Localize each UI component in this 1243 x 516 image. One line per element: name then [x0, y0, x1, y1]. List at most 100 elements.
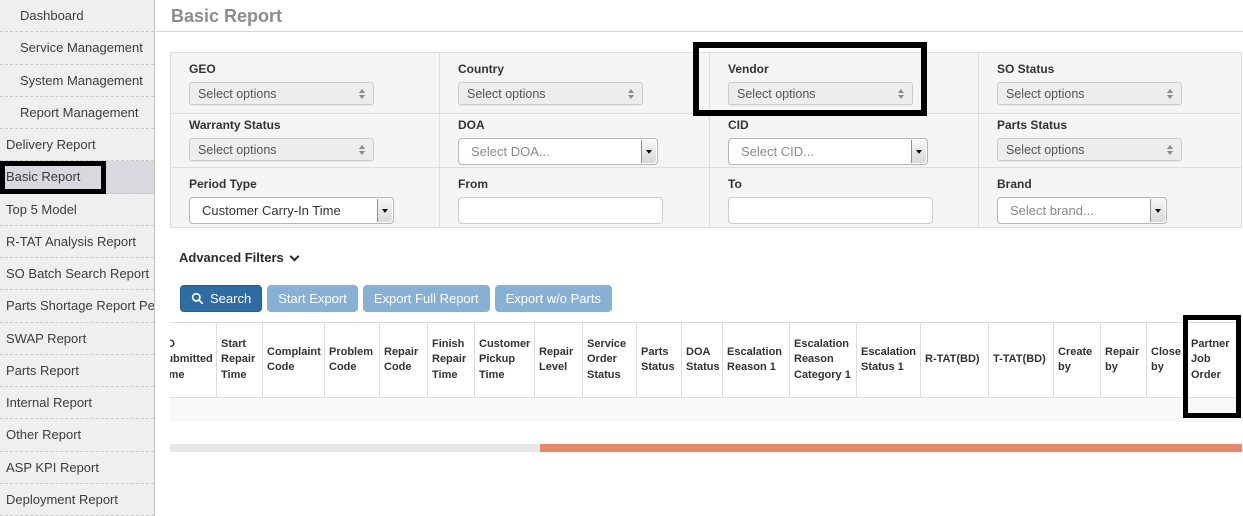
period-type-label: Period Type — [189, 177, 421, 191]
filter-cell-warranty-status: Warranty Status Select options — [171, 114, 440, 168]
sidebar: Dashboard Service Management System Mana… — [0, 0, 155, 516]
column-header-complaint-code: Complaint Code — [263, 323, 325, 397]
sidebar-item-parts-report[interactable]: Parts Report — [0, 355, 154, 387]
doa-combobox-value: Select DOA... — [471, 144, 550, 159]
main-content: Basic Report GEO Select options Country … — [156, 0, 1243, 516]
column-header-repair-code: Repair Code — [380, 323, 428, 397]
country-multiselect[interactable]: Select options — [458, 82, 643, 105]
dropdown-arrow-icon[interactable] — [641, 140, 656, 163]
sidebar-item-dashboard[interactable]: Dashboard — [0, 0, 154, 32]
so-status-multiselect-value: Select options — [1006, 87, 1085, 101]
sidebar-item-rtat-analysis-report[interactable]: R-TAT Analysis Report — [0, 226, 154, 258]
dropdown-arrow-icon[interactable] — [911, 140, 926, 163]
column-header-t-tat-bd: T-TAT(BD) — [989, 323, 1054, 397]
parts-status-label: Parts Status — [997, 118, 1223, 132]
sidebar-item-deployment-report[interactable]: Deployment Report — [0, 484, 154, 516]
parts-status-multiselect-value: Select options — [1006, 143, 1085, 157]
advanced-filters-toggle[interactable]: Advanced Filters — [179, 250, 298, 265]
sidebar-item-top-5-model[interactable]: Top 5 Model — [0, 194, 154, 226]
start-export-label: Start Export — [278, 291, 347, 306]
filter-cell-doa: DOA Select DOA... — [440, 114, 710, 168]
column-header-escalation-reason-1: Escalation Reason 1 — [723, 323, 790, 397]
column-header-customer-pickup-time: Customer Pickup Time — [475, 323, 535, 397]
horizontal-scrollbar-thumb[interactable] — [540, 444, 1242, 452]
geo-label: GEO — [189, 62, 421, 76]
toolbar: Search Start Export Export Full Report E… — [180, 285, 612, 312]
warranty-status-label: Warranty Status — [189, 118, 421, 132]
to-label: To — [728, 177, 960, 191]
horizontal-scrollbar-track[interactable] — [170, 444, 1242, 452]
column-header-problem-code: Problem Code — [325, 323, 380, 397]
from-date-input[interactable] — [458, 197, 663, 224]
updown-caret-icon — [1167, 89, 1173, 99]
doa-combobox[interactable]: Select DOA... — [458, 138, 658, 165]
column-header-partner-job-order: Partner Job Order — [1187, 323, 1239, 397]
vendor-label: Vendor — [728, 62, 960, 76]
export-wo-parts-label: Export w/o Parts — [506, 291, 601, 306]
sidebar-item-system-management[interactable]: System Management — [0, 65, 154, 97]
parts-status-multiselect[interactable]: Select options — [997, 138, 1182, 161]
filter-cell-so-status: SO Status Select options — [979, 53, 1241, 114]
sidebar-item-asp-kpi-report[interactable]: ASP KPI Report — [0, 452, 154, 484]
updown-caret-icon — [359, 145, 365, 155]
filter-cell-from: From — [440, 168, 710, 227]
filter-cell-to: To — [710, 168, 979, 227]
sidebar-item-internal-report[interactable]: Internal Report — [0, 387, 154, 419]
doa-label: DOA — [458, 118, 691, 132]
sidebar-item-parts-shortage-report[interactable]: Parts Shortage Report Per Repair — [0, 290, 154, 322]
export-full-report-button[interactable]: Export Full Report — [363, 285, 490, 312]
warranty-status-multiselect[interactable]: Select options — [189, 138, 374, 161]
filter-cell-cid: CID Select CID... — [710, 114, 979, 168]
sidebar-item-other-report[interactable]: Other Report — [0, 419, 154, 451]
cid-combobox[interactable]: Select CID... — [728, 138, 928, 165]
brand-select[interactable]: Select brand... — [997, 197, 1167, 224]
updown-caret-icon — [1167, 145, 1173, 155]
advanced-filters-label: Advanced Filters — [179, 250, 284, 265]
to-date-input[interactable] — [728, 197, 933, 224]
search-icon — [191, 292, 204, 305]
geo-multiselect-value: Select options — [198, 87, 277, 101]
column-header-doa-status: DOA Status — [682, 323, 723, 397]
export-wo-parts-button[interactable]: Export w/o Parts — [495, 285, 612, 312]
cid-combobox-value: Select CID... — [741, 144, 814, 159]
table-header-row: SO Submitted Time Start Repair Time Comp… — [170, 322, 1239, 398]
column-header-escalation-reason-category-1: Escalation Reason Category 1 — [790, 323, 857, 397]
brand-label: Brand — [997, 177, 1223, 191]
country-multiselect-value: Select options — [467, 87, 546, 101]
column-header-repair-level: Repair Level — [535, 323, 583, 397]
filter-cell-brand: Brand Select brand... — [979, 168, 1241, 227]
results-table: SO Submitted Time Start Repair Time Comp… — [170, 322, 1243, 422]
dropdown-arrow-icon[interactable] — [1150, 199, 1165, 222]
filter-cell-geo: GEO Select options — [171, 53, 440, 114]
warranty-status-multiselect-value: Select options — [198, 143, 277, 157]
column-header-parts-status: Parts Status — [637, 323, 682, 397]
so-status-label: SO Status — [997, 62, 1223, 76]
geo-multiselect[interactable]: Select options — [189, 82, 374, 105]
sidebar-item-delivery-report[interactable]: Delivery Report — [0, 129, 154, 161]
empty-table-row — [170, 398, 1239, 422]
sidebar-item-service-management[interactable]: Service Management — [0, 32, 154, 64]
start-export-button[interactable]: Start Export — [267, 285, 358, 312]
from-label: From — [458, 177, 691, 191]
column-header-label: SO Submitted Time — [170, 337, 217, 383]
filter-cell-parts-status: Parts Status Select options — [979, 114, 1241, 168]
vendor-multiselect[interactable]: Select options — [728, 82, 913, 105]
brand-select-value: Select brand... — [1010, 203, 1094, 218]
dropdown-arrow-icon[interactable] — [377, 199, 392, 222]
search-button[interactable]: Search — [180, 285, 262, 312]
so-status-multiselect[interactable]: Select options — [997, 82, 1182, 105]
column-header-close-by: Close by — [1147, 323, 1187, 397]
period-type-select[interactable]: Customer Carry-In Time — [189, 197, 394, 224]
sidebar-item-so-batch-search-report[interactable]: SO Batch Search Report — [0, 258, 154, 290]
column-header-create-by: Create by — [1054, 323, 1101, 397]
column-header-start-repair-time: Start Repair Time — [217, 323, 263, 397]
column-header-service-order-status: Service Order Status — [583, 323, 637, 397]
sidebar-item-basic-report[interactable]: Basic Report — [0, 161, 154, 193]
title-divider — [156, 31, 1243, 32]
sidebar-item-report-management[interactable]: Report Management — [0, 97, 154, 129]
period-type-select-value: Customer Carry-In Time — [202, 203, 341, 218]
column-header-r-tat-bd: R-TAT(BD) — [921, 323, 989, 397]
vendor-multiselect-value: Select options — [737, 87, 816, 101]
sidebar-item-swap-report[interactable]: SWAP Report — [0, 323, 154, 355]
page-title: Basic Report — [171, 6, 282, 27]
